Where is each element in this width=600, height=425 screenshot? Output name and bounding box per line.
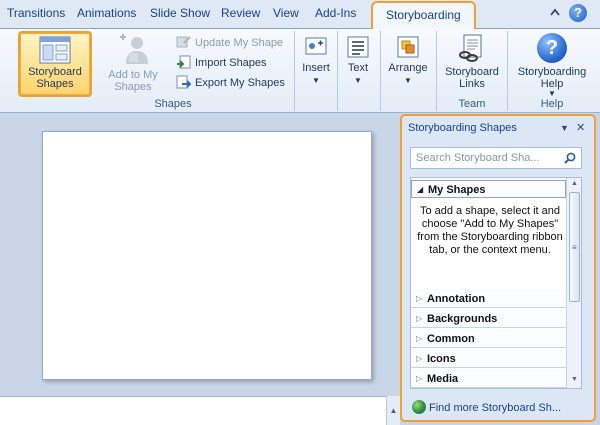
tab-slide-show[interactable]: Slide Show	[150, 6, 210, 20]
storyboard-shapes-label-1: Storyboard	[28, 66, 82, 78]
insert-icon	[305, 37, 327, 55]
collapsed-triangle-icon: ▷	[416, 314, 423, 323]
category-label: Icons	[427, 353, 456, 365]
storyboarding-help-button[interactable]: ? Storyboarding Help ▼	[511, 31, 593, 98]
help-icon[interactable]: ?	[569, 4, 587, 22]
pane-title: Storyboarding Shapes	[408, 122, 517, 134]
collapsed-triangle-icon: ▷	[416, 334, 423, 343]
group-separator	[507, 31, 508, 111]
group-separator	[337, 31, 338, 111]
slide-canvas[interactable]	[42, 131, 372, 380]
shapes-group-label: Shapes	[154, 98, 192, 110]
scroll-down-arrow[interactable]: ▼	[567, 376, 581, 383]
find-more-link[interactable]: Find more Storyboard Sh...	[412, 400, 561, 414]
find-more-label: Find more Storyboard Sh...	[429, 402, 562, 414]
insert-label: Insert	[302, 62, 330, 74]
add-to-my-shapes-button[interactable]: Add to My Shapes	[100, 31, 166, 97]
search-input[interactable]	[411, 148, 559, 168]
chevron-up-icon[interactable]	[550, 8, 560, 19]
tab-storyboarding[interactable]: Storyboarding	[371, 1, 476, 29]
export-my-shapes-button[interactable]: Export My Shapes	[176, 74, 285, 92]
export-my-shapes-label: Export My Shapes	[195, 77, 285, 89]
notes-area[interactable]	[0, 396, 386, 425]
update-shape-icon	[176, 36, 191, 48]
import-icon	[177, 55, 191, 69]
category-label: My Shapes	[428, 184, 486, 196]
storyboard-links-button[interactable]: Storyboard Links	[440, 31, 504, 97]
storyboard-links-icon	[459, 34, 482, 62]
tab-add-ins[interactable]: Add-Ins	[315, 6, 356, 20]
import-shapes-button[interactable]: Import Shapes	[176, 54, 267, 72]
search-icon[interactable]	[564, 152, 576, 164]
slide-workspace[interactable]	[0, 114, 400, 396]
export-icon	[176, 75, 191, 89]
group-separator	[380, 31, 381, 111]
storyboard-shapes-icon	[39, 36, 71, 64]
category-label: Common	[427, 333, 475, 345]
text-dropdown-icon: ▼	[354, 76, 362, 85]
category-label: Media	[427, 373, 459, 385]
scroll-up-arrow[interactable]: ▲	[567, 180, 581, 187]
collapsed-triangle-icon: ▷	[416, 374, 423, 383]
notes-scroll-up[interactable]: ▲	[386, 396, 400, 425]
category-icons[interactable]: ▷ Icons	[411, 350, 566, 368]
category-annotation[interactable]: ▷ Annotation	[411, 290, 566, 308]
update-my-shape-button[interactable]: Update My Shape	[176, 34, 283, 52]
chevron-up-glyph	[550, 8, 560, 16]
storyboard-links-label-2: Links	[459, 78, 485, 90]
list-scrollbar[interactable]: ▲ ≡ ▼	[566, 178, 581, 388]
tab-view[interactable]: View	[273, 6, 299, 20]
ribbon: Storyboard Shapes Add to My Shapes Updat…	[0, 29, 600, 113]
category-my-shapes[interactable]: ◢ My Shapes	[411, 180, 566, 198]
category-backgrounds[interactable]: ▷ Backgrounds	[411, 310, 566, 328]
add-to-my-shapes-label-2: Shapes	[114, 81, 152, 93]
pane-menu-icon[interactable]: ▼	[560, 123, 569, 133]
tab-animations[interactable]: Animations	[77, 6, 136, 20]
storyboard-links-label-1: Storyboard	[445, 66, 499, 78]
help-group-label: Help	[540, 98, 564, 110]
insert-button[interactable]: Insert ▼	[298, 33, 334, 97]
arrange-icon	[397, 36, 419, 58]
text-icon	[347, 36, 369, 58]
add-person-icon	[120, 34, 148, 64]
help-dropdown-icon: ▼	[548, 89, 556, 98]
grip-icon: ≡	[572, 243, 577, 252]
collapsed-triangle-icon: ▷	[416, 294, 423, 303]
team-group-label: Team	[458, 98, 486, 110]
close-icon[interactable]: ✕	[576, 121, 585, 134]
group-separator	[436, 31, 437, 111]
collapsed-triangle-icon: ▷	[416, 354, 423, 363]
text-button[interactable]: Text ▼	[341, 33, 375, 97]
arrange-dropdown-icon: ▼	[404, 76, 412, 85]
category-label: Annotation	[427, 293, 486, 305]
arrange-button[interactable]: Arrange ▼	[384, 33, 432, 97]
add-to-my-shapes-label-1: Add to My	[108, 69, 158, 81]
my-shapes-description: To add a shape, select it and choose "Ad…	[417, 205, 563, 256]
text-label: Text	[347, 62, 369, 74]
insert-dropdown-icon: ▼	[312, 76, 320, 85]
expanded-triangle-icon: ◢	[417, 185, 424, 194]
storyboard-shapes-label-2: Shapes	[36, 78, 74, 90]
arrange-label: Arrange	[388, 62, 428, 74]
shape-category-list: ◢ My Shapes To add a shape, select it an…	[410, 177, 582, 389]
ribbon-tab-bar: Transitions Animations Slide Show Review…	[0, 0, 600, 29]
globe-icon	[412, 400, 426, 414]
storyboarding-help-label-1: Storyboarding	[517, 66, 587, 78]
search-box	[410, 147, 582, 169]
tab-review[interactable]: Review	[221, 6, 260, 20]
category-common[interactable]: ▷ Common	[411, 330, 566, 348]
update-my-shape-label: Update My Shape	[195, 37, 284, 49]
category-media[interactable]: ▷ Media	[411, 370, 566, 388]
scrollbar-thumb[interactable]: ≡	[569, 192, 580, 302]
help-icon: ?	[537, 33, 567, 63]
category-label: Backgrounds	[427, 313, 498, 325]
storyboarding-shapes-pane: Storyboarding Shapes ▼ ✕ ◢ My Shapes To …	[400, 114, 596, 422]
storyboard-shapes-button[interactable]: Storyboard Shapes	[18, 31, 92, 97]
group-separator	[294, 31, 295, 111]
import-shapes-label: Import Shapes	[195, 57, 267, 69]
tab-transitions[interactable]: Transitions	[7, 6, 65, 20]
